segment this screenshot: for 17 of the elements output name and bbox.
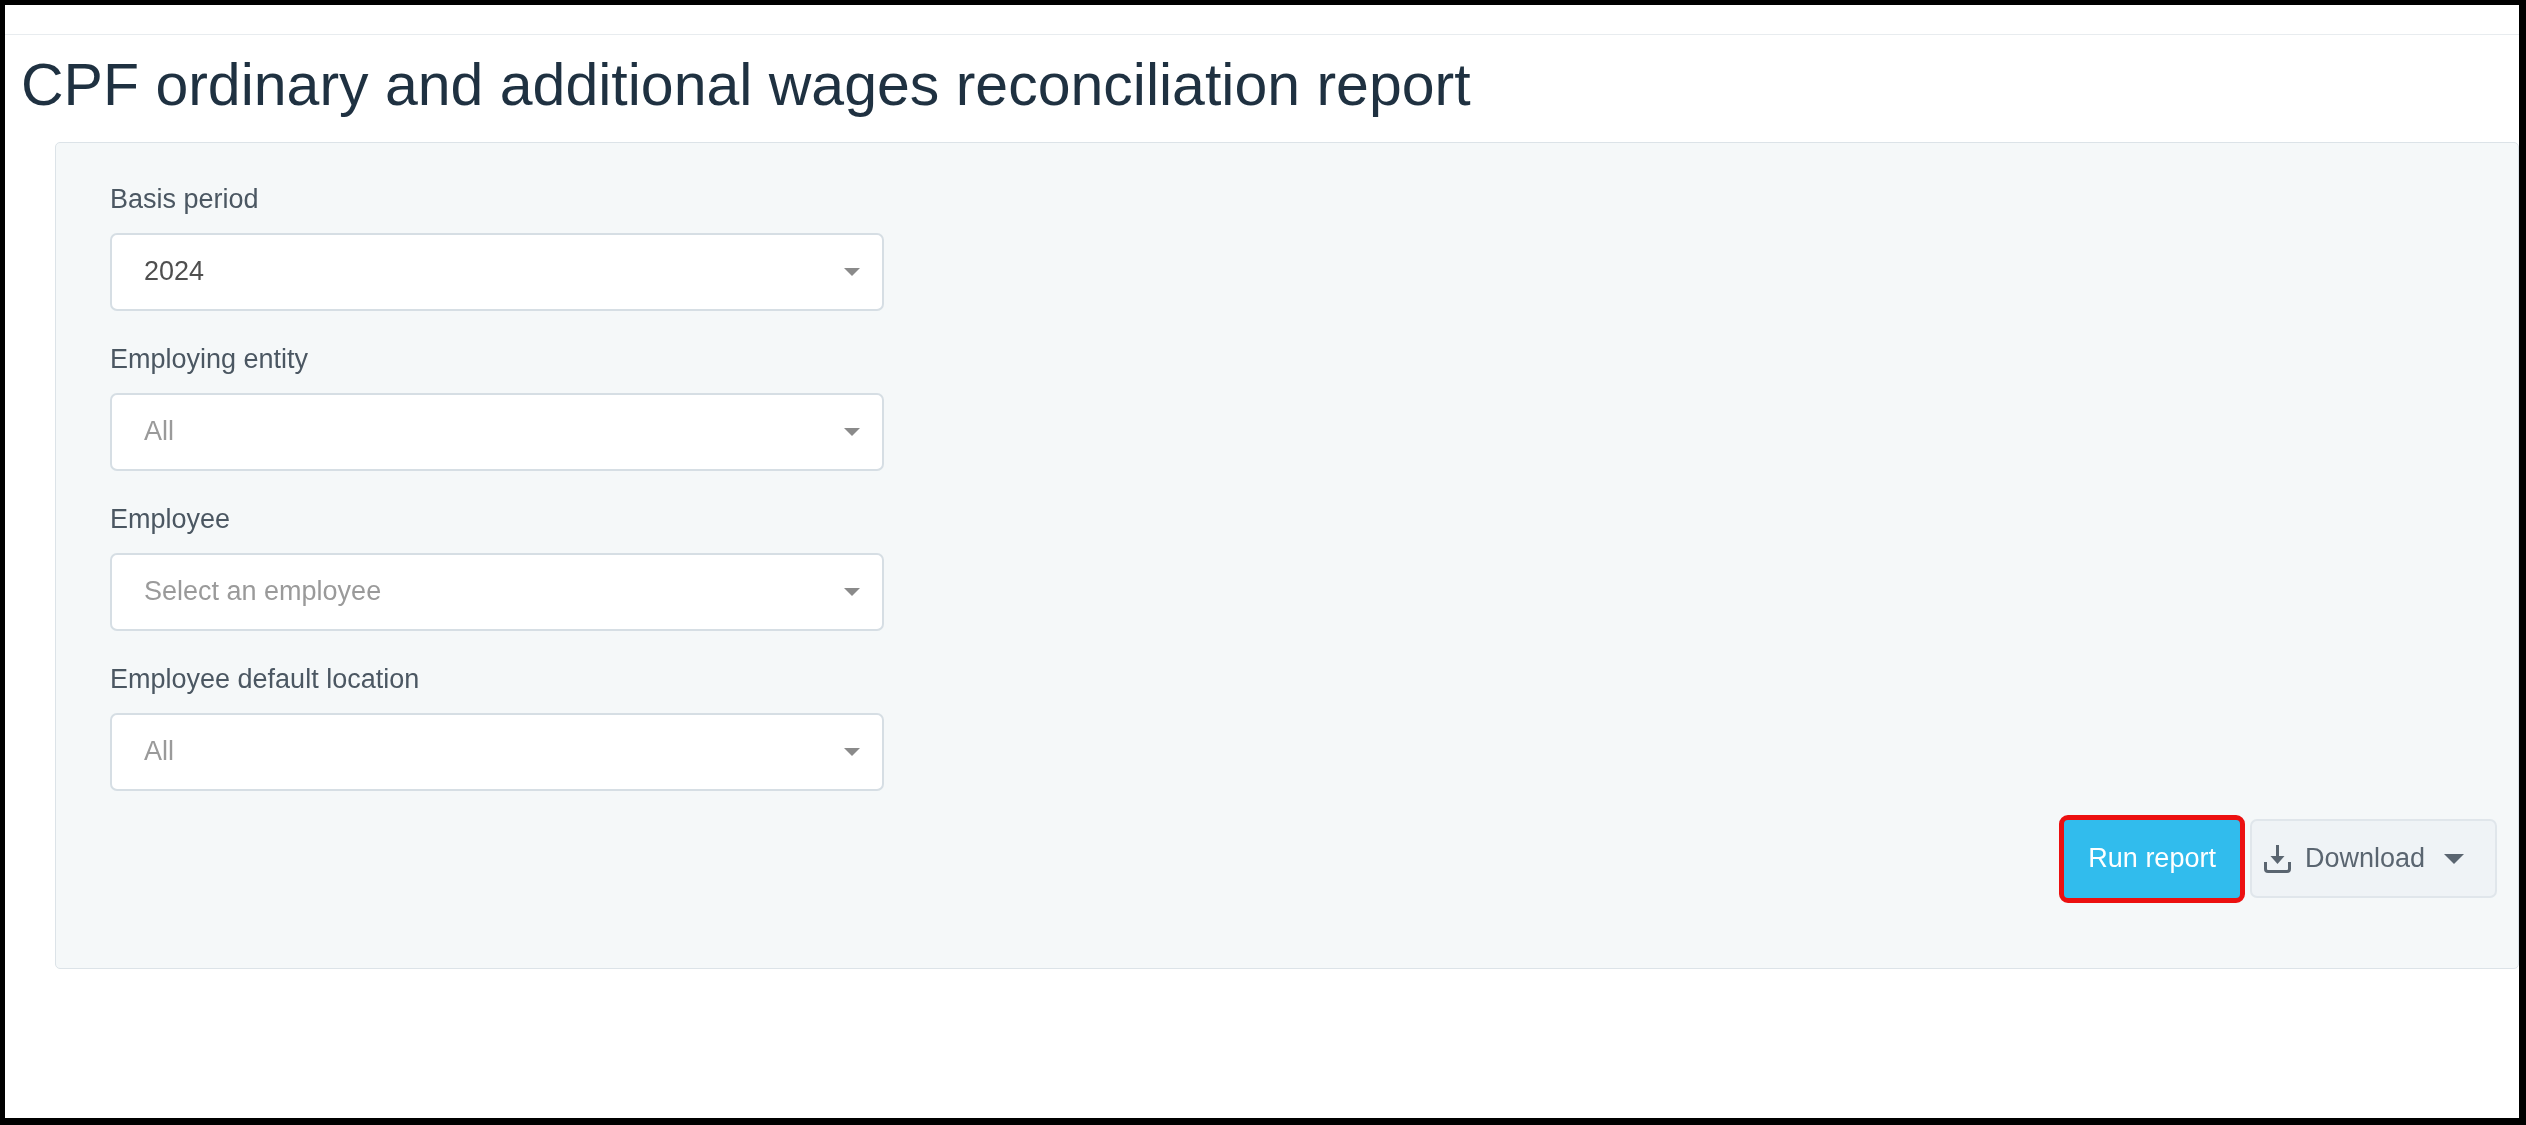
caret-icon bbox=[2444, 853, 2464, 864]
caret-icon bbox=[844, 747, 860, 756]
caret-icon bbox=[844, 587, 860, 596]
page-title: CPF ordinary and additional wages reconciliation report bbox=[21, 52, 1472, 120]
run-report-button[interactable]: Run report bbox=[2059, 814, 2245, 903]
dropdown-field[interactable]: Select an employee bbox=[110, 552, 884, 631]
dropdown-field[interactable]: All bbox=[110, 392, 884, 471]
download-button[interactable]: Download bbox=[2249, 819, 2497, 899]
field-label: Employee bbox=[110, 503, 231, 535]
caret-icon bbox=[844, 427, 860, 436]
dropdown-field[interactable]: 2024 bbox=[110, 232, 884, 311]
caret-icon bbox=[844, 267, 860, 276]
download-icon bbox=[2263, 844, 2291, 873]
dropdown-field[interactable]: All bbox=[110, 712, 884, 791]
field-label: Employee default location bbox=[110, 663, 420, 695]
field-label: Employing entity bbox=[110, 343, 309, 375]
field-label: Basis period bbox=[110, 183, 259, 215]
